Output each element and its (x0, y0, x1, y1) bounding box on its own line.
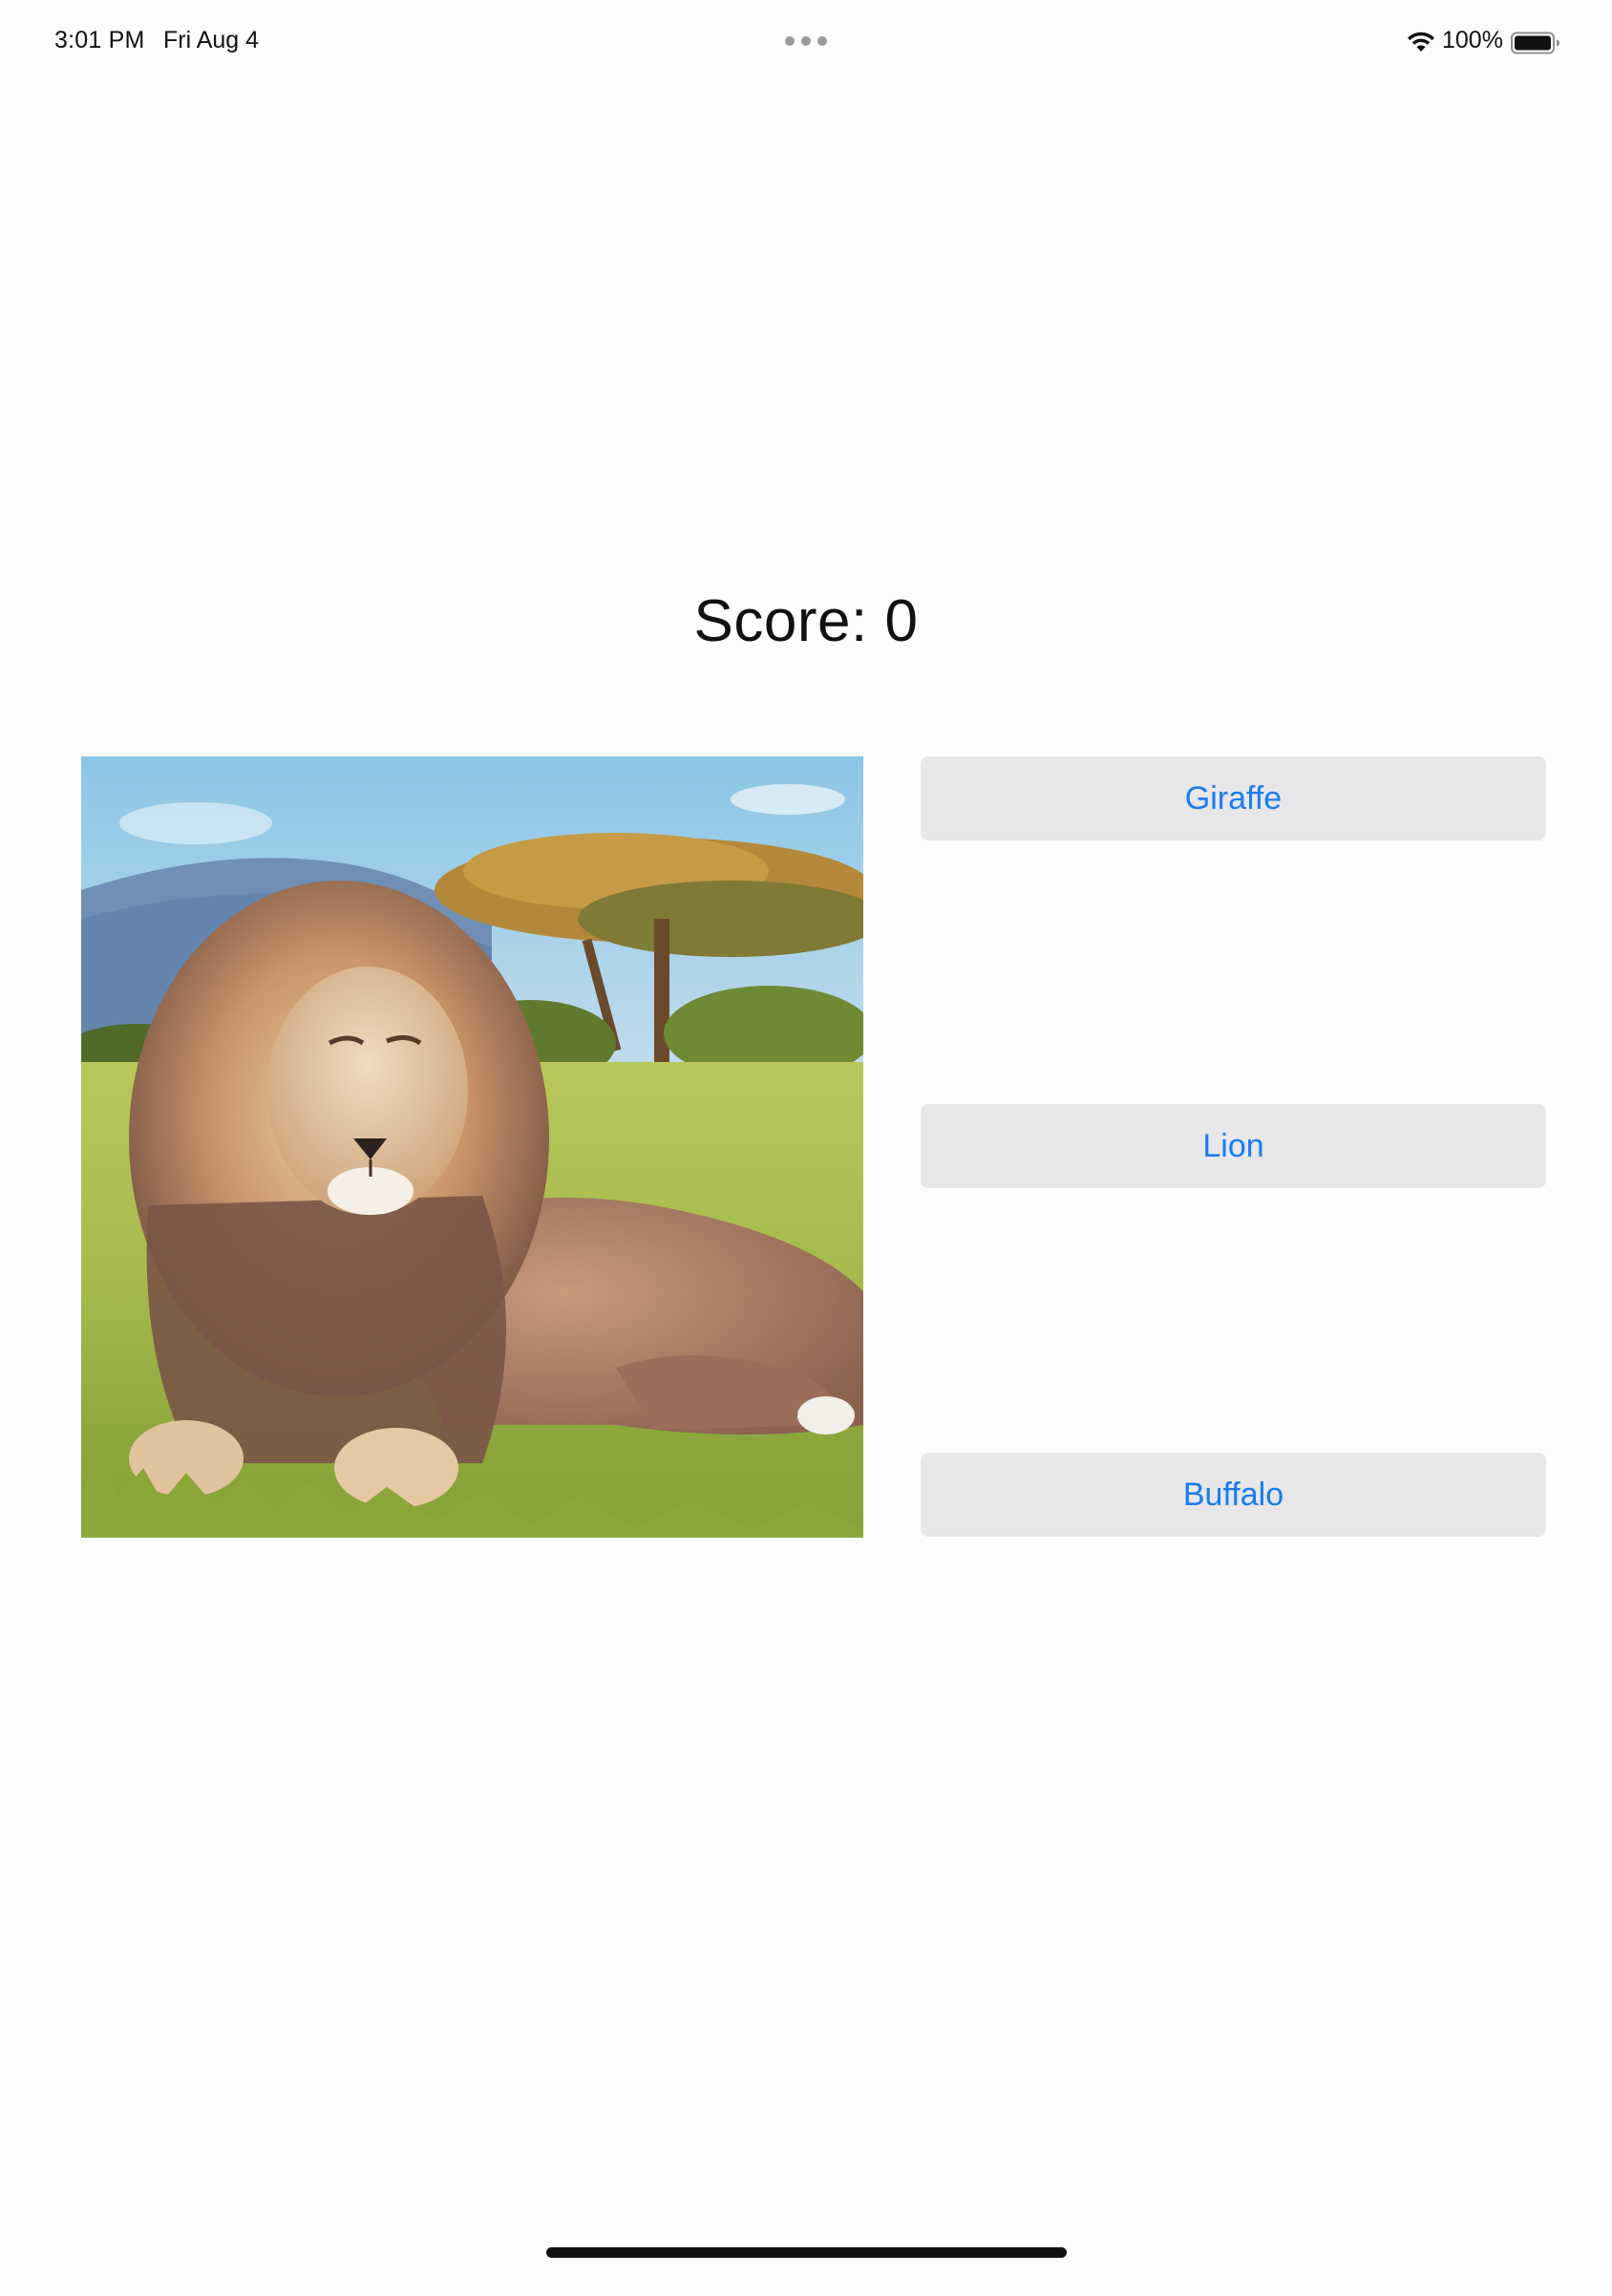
battery-percent: 100% (1442, 27, 1503, 53)
lion-photo (81, 756, 863, 1538)
multitask-dots-icon[interactable] (785, 36, 827, 48)
wifi-icon (1408, 32, 1434, 52)
app-screen: 3:01 PM Fri Aug 4 100% Score: 0 Giraffe … (0, 0, 1612, 2296)
home-indicator[interactable] (546, 2247, 1067, 2258)
status-time: 3:01 PM (54, 27, 145, 53)
animal-picture (81, 756, 863, 1538)
score-label: Score: 0 (693, 588, 919, 654)
status-date: Fri Aug 4 (163, 27, 260, 53)
status-bar: 3:01 PM Fri Aug 4 100% (0, 0, 1612, 86)
battery-icon (1511, 32, 1559, 54)
answer-button-buffalo[interactable]: Buffalo (921, 1453, 1546, 1537)
answer-button-lion[interactable]: Lion (921, 1104, 1546, 1188)
answer-button-giraffe[interactable]: Giraffe (921, 756, 1546, 840)
